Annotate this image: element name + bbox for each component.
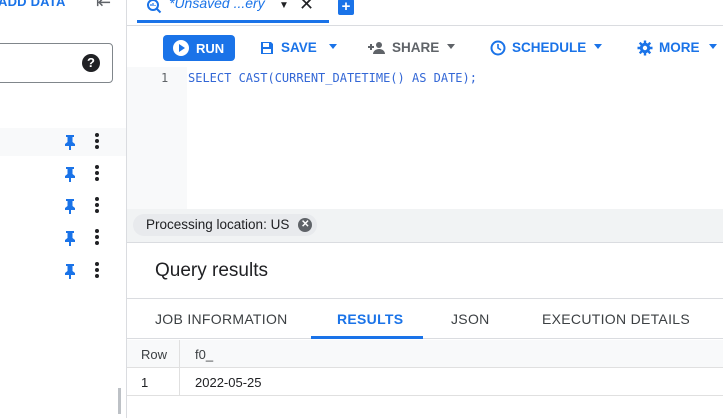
share-button[interactable]: SHARE [367,40,459,56]
more-vert-icon[interactable] [94,262,100,280]
pin-icon[interactable] [63,166,77,182]
chevron-down-icon [709,44,717,49]
active-tab-indicator [137,20,329,23]
column-header-f0[interactable]: f0_ [195,347,213,362]
add-tab-icon[interactable]: + [338,0,354,15]
editor-status-bar: Processing location: US ✕ [127,209,723,242]
tab-results[interactable]: RESULTS [337,311,403,327]
more-button[interactable]: MORE [637,40,723,56]
tab-label: *Unsaved ...ery [169,0,265,11]
bigquery-workspace: ADD DATA ⇤ ? *Unsaved ...ery ▼ ✕ + RUN S… [0,0,723,418]
save-button[interactable]: SAVE [259,40,337,56]
pin-icon[interactable] [63,230,77,246]
save-label: SAVE [281,40,317,55]
list-item[interactable] [0,160,127,188]
query-toolbar: RUN SAVE SHARE SCHEDULE MORE [127,27,723,67]
f0-cell: 2022-05-25 [195,375,262,390]
sql-code-line[interactable]: SELECT CAST(CURRENT_DATETIME() AS DATE); [188,71,477,85]
table-row[interactable]: 1 2022-05-25 [127,368,723,396]
tab-execution-details[interactable]: EXECUTION DETAILS [542,311,690,327]
tab-json[interactable]: JSON [451,311,490,327]
close-icon[interactable]: ✕ [298,218,313,232]
chevron-down-icon [447,44,455,49]
list-item[interactable] [0,128,127,156]
more-label: MORE [659,40,700,55]
results-tabs: JOB INFORMATION RESULTS JSON EXECUTION D… [127,298,723,339]
query-results-panel: Query results JOB INFORMATION RESULTS JS… [127,242,723,418]
more-vert-icon[interactable] [94,197,100,215]
gear-icon [637,40,653,56]
chevron-down-icon [329,44,337,49]
scrollbar[interactable] [118,388,121,414]
run-label: RUN [196,41,225,56]
processing-location-chip[interactable]: Processing location: US ✕ [133,214,318,236]
editor-tab-bar: *Unsaved ...ery ▼ ✕ + [127,0,723,26]
schedule-button[interactable]: SCHEDULE [490,40,606,56]
line-number: 1 [161,71,169,85]
chevron-down-icon [594,44,602,49]
run-button[interactable]: RUN [163,35,235,61]
pin-icon[interactable] [63,198,77,214]
play-icon [173,40,189,56]
sql-editor[interactable]: 1 SELECT CAST(CURRENT_DATETIME() AS DATE… [127,67,723,209]
line-gutter: 1 [127,67,187,209]
collapse-panel-icon[interactable]: ⇤ [96,0,111,13]
list-item[interactable] [0,192,127,220]
more-vert-icon[interactable] [94,229,100,247]
tab-unsaved-query[interactable]: *Unsaved ...ery ▼ ✕ [133,0,329,26]
column-header-row[interactable]: Row [141,347,167,362]
list-item[interactable] [0,257,127,285]
schedule-label: SCHEDULE [512,40,587,55]
chevron-down-icon[interactable]: ▼ [279,0,289,11]
close-icon[interactable]: ✕ [299,0,314,15]
save-icon [261,42,273,54]
more-vert-icon[interactable] [94,133,100,151]
pin-icon[interactable] [63,134,77,150]
add-data-button[interactable]: ADD DATA [0,0,66,9]
pin-icon[interactable] [63,263,77,279]
active-tab-indicator [311,336,423,339]
row-number-cell: 1 [141,375,149,390]
add-person-icon [368,42,385,54]
help-icon[interactable]: ? [82,54,100,72]
processing-location-label: Processing location: US [146,217,290,232]
clock-icon [490,40,506,56]
tab-job-information[interactable]: JOB INFORMATION [155,311,288,327]
list-item[interactable] [0,224,127,252]
query-icon [147,0,162,14]
results-title: Query results [155,260,268,281]
table-header: Row f0_ [127,340,723,368]
column-divider [179,340,180,396]
more-vert-icon[interactable] [94,165,100,183]
explorer-panel: ADD DATA ⇤ ? [0,0,127,418]
share-label: SHARE [392,40,440,55]
